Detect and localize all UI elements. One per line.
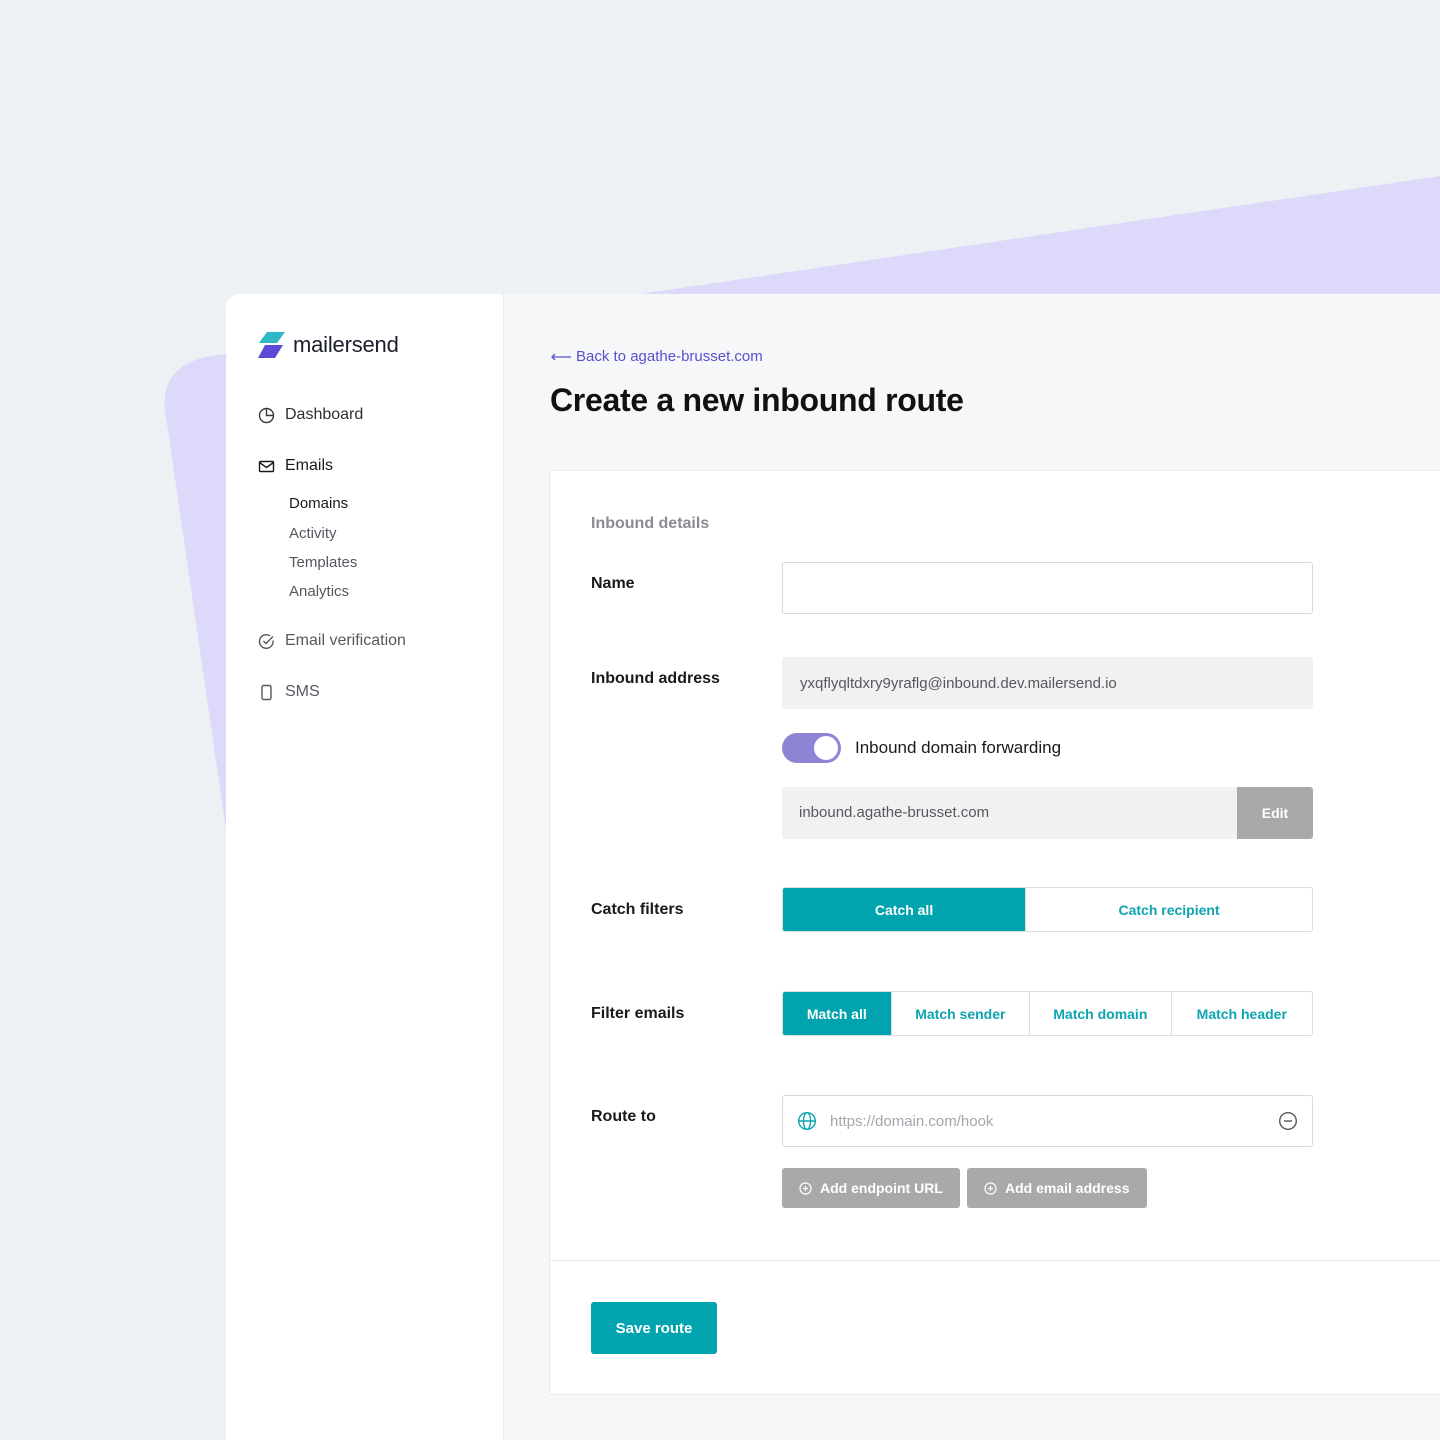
match-sender-button[interactable]: Match sender <box>891 992 1031 1035</box>
sidebar-subitem-templates[interactable]: Templates <box>289 554 357 571</box>
app-window: mailersend Dashboard Emails Domains Acti… <box>226 294 1440 1440</box>
forwarding-domain-field: inbound.agathe-brusset.com <box>782 787 1237 839</box>
pie-chart-icon <box>258 407 275 423</box>
match-domain-button[interactable]: Match domain <box>1030 992 1172 1035</box>
envelope-icon <box>258 460 275 472</box>
arrow-left-icon <box>551 353 571 360</box>
back-link[interactable]: Back to agathe-brusset.com <box>550 348 763 365</box>
plus-circle-icon <box>799 1181 812 1195</box>
plus-circle-icon <box>984 1181 997 1195</box>
sidebar-subitem-domains[interactable]: Domains <box>289 495 348 512</box>
toggle-knob <box>814 736 838 760</box>
sidebar-item-sms[interactable]: SMS <box>258 683 320 701</box>
remove-circle-icon[interactable] <box>1278 1111 1298 1131</box>
match-header-button[interactable]: Match header <box>1171 992 1312 1035</box>
sidebar-item-email-verification[interactable]: Email verification <box>258 632 406 650</box>
add-endpoint-url-label: Add endpoint URL <box>820 1180 943 1196</box>
add-endpoint-url-button[interactable]: Add endpoint URL <box>782 1168 960 1208</box>
catch-all-button[interactable]: Catch all <box>783 888 1027 931</box>
catch-filters-label: Catch filters <box>591 901 684 918</box>
endpoint-url-placeholder: https://domain.com/hook <box>830 1113 994 1130</box>
forwarding-toggle[interactable] <box>782 733 841 763</box>
match-all-button[interactable]: Match all <box>783 992 892 1035</box>
sidebar: mailersend Dashboard Emails Domains Acti… <box>226 294 504 1440</box>
logo[interactable]: mailersend <box>258 332 399 358</box>
section-title: Inbound details <box>591 515 710 532</box>
endpoint-url-input[interactable]: https://domain.com/hook <box>782 1095 1313 1147</box>
edit-domain-button[interactable]: Edit <box>1237 787 1313 839</box>
route-to-label: Route to <box>591 1108 656 1125</box>
mailersend-logo-icon <box>258 332 285 358</box>
inbound-form-card: Inbound details Name Inbound address yxq… <box>549 470 1440 1395</box>
catch-recipient-button[interactable]: Catch recipient <box>1026 888 1312 931</box>
sidebar-item-label: SMS <box>285 683 320 700</box>
divider <box>550 1260 1440 1261</box>
inbound-address-label: Inbound address <box>591 670 720 687</box>
filter-emails-label: Filter emails <box>591 1005 685 1022</box>
page-title: Create a new inbound route <box>550 382 964 418</box>
sidebar-item-dashboard[interactable]: Dashboard <box>258 406 363 424</box>
catch-filters-segmented: Catch all Catch recipient <box>782 887 1313 932</box>
filter-emails-segmented: Match all Match sender Match domain Matc… <box>782 991 1313 1036</box>
globe-icon <box>797 1111 817 1131</box>
sidebar-subitem-activity[interactable]: Activity <box>289 525 337 542</box>
name-label: Name <box>591 575 635 592</box>
main-content: Back to agathe-brusset.com Create a new … <box>504 294 1440 1440</box>
check-circle-icon <box>258 633 274 649</box>
back-link-label: Back to agathe-brusset.com <box>576 348 763 365</box>
sidebar-item-label: Email verification <box>285 632 406 649</box>
sidebar-subitem-analytics[interactable]: Analytics <box>289 583 349 600</box>
sidebar-item-emails[interactable]: Emails <box>258 457 333 475</box>
save-route-button[interactable]: Save route <box>591 1302 717 1354</box>
forwarding-toggle-label: Inbound domain forwarding <box>855 738 1062 757</box>
sidebar-item-label: Emails <box>285 457 334 474</box>
add-email-address-label: Add email address <box>1005 1180 1130 1196</box>
add-email-address-button[interactable]: Add email address <box>967 1168 1147 1208</box>
name-input[interactable] <box>782 562 1313 614</box>
inbound-address-field: yxqflyqltdxry9yraflg@inbound.dev.mailers… <box>782 657 1313 709</box>
brand-name: mailersend <box>293 332 399 357</box>
sidebar-item-label: Dashboard <box>285 406 364 423</box>
phone-icon <box>261 684 272 700</box>
